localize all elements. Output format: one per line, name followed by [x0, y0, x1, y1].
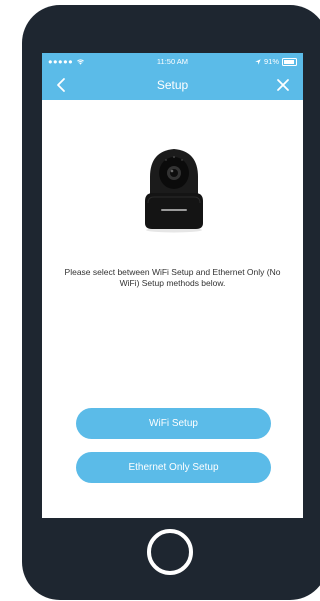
setup-instructions: Please select between WiFi Setup and Eth… [64, 267, 281, 288]
app-bar: ●●●●● 11:50 AM 91% Setup [42, 53, 303, 100]
status-right: 91% [255, 57, 297, 66]
camera-image [145, 149, 203, 233]
battery-icon [282, 57, 297, 66]
navigation-bar: Setup [42, 70, 303, 100]
close-button[interactable] [273, 75, 293, 95]
wifi-setup-button[interactable]: WiFi Setup [76, 408, 271, 439]
home-button[interactable] [147, 529, 193, 575]
close-icon [277, 79, 289, 91]
app-screen: ●●●●● 11:50 AM 91% Setup Please select b… [42, 53, 303, 518]
ethernet-setup-button[interactable]: Ethernet Only Setup [76, 452, 271, 483]
status-bar: ●●●●● 11:50 AM 91% [42, 53, 303, 70]
page-title: Setup [156, 78, 189, 92]
location-arrow-icon [255, 58, 261, 65]
battery-percent: 91% [263, 57, 279, 66]
